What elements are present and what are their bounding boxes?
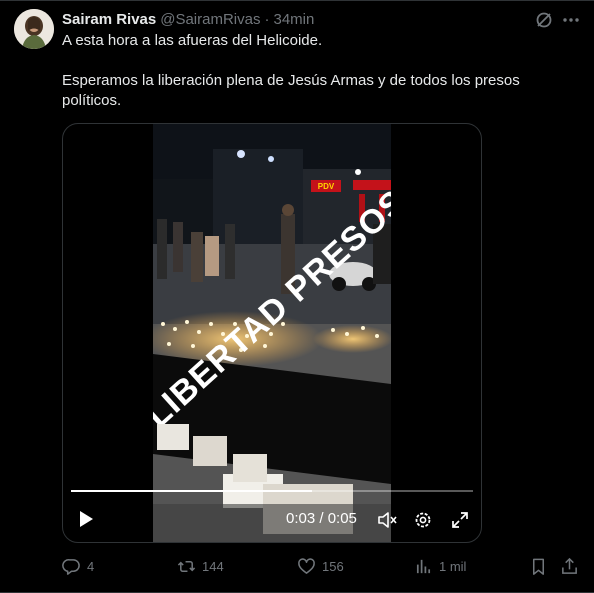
video-frame: PDV [153, 124, 391, 542]
video-time-readout: 0:03 / 0:05 [286, 510, 357, 527]
tweet-text-line-2: Esperamos la liberación plena de Jesús A… [62, 72, 520, 109]
separator-dot: · [264, 10, 270, 28]
share-button[interactable] [560, 554, 579, 578]
repost-count: 144 [202, 558, 224, 574]
views-count: 1 mil [439, 558, 467, 574]
repost-button[interactable]: 144 [177, 554, 224, 578]
play-icon[interactable] [75, 508, 97, 530]
like-button[interactable]: 156 [297, 554, 344, 578]
bookmark-icon [532, 558, 545, 575]
fullscreen-icon[interactable] [449, 509, 471, 531]
more-icon[interactable] [561, 10, 581, 30]
views-button[interactable]: 1 mil [414, 554, 466, 578]
station-sign: PDV [318, 182, 335, 191]
tweet-text: A esta hora a las afueras del Helicoide.… [62, 31, 562, 111]
video-player[interactable]: PDV 0:03 / 0:05 [62, 123, 482, 543]
tweet-actions: 4 144 156 1 mil [62, 554, 582, 578]
share-icon [562, 557, 577, 574]
author-handle[interactable]: @SairamRivas [160, 11, 260, 28]
avatar-photo [14, 9, 54, 49]
tweet-header: Sairam Rivas @SairamRivas · 34min [62, 9, 314, 29]
views-icon [416, 559, 431, 573]
tweet-text-line-1: A esta hora a las afueras del Helicoide. [62, 32, 323, 49]
bookmark-button[interactable] [529, 554, 548, 578]
tweet[interactable]: Sairam Rivas @SairamRivas · 34min A esta… [0, 0, 594, 593]
like-icon [298, 557, 315, 574]
reply-icon [62, 558, 80, 575]
author-name[interactable]: Sairam Rivas [62, 11, 156, 28]
settings-icon[interactable] [412, 509, 434, 531]
repost-icon [177, 560, 196, 572]
like-count: 156 [322, 558, 344, 574]
video-progress-fill [71, 490, 313, 492]
mute-icon[interactable] [376, 509, 398, 531]
video-progress-bar[interactable] [71, 490, 473, 492]
reply-button[interactable]: 4 [62, 554, 94, 578]
reply-count: 4 [87, 558, 95, 574]
avatar[interactable] [14, 9, 54, 49]
grok-icon[interactable] [534, 10, 554, 30]
tweet-timestamp[interactable]: 34min [273, 11, 314, 28]
